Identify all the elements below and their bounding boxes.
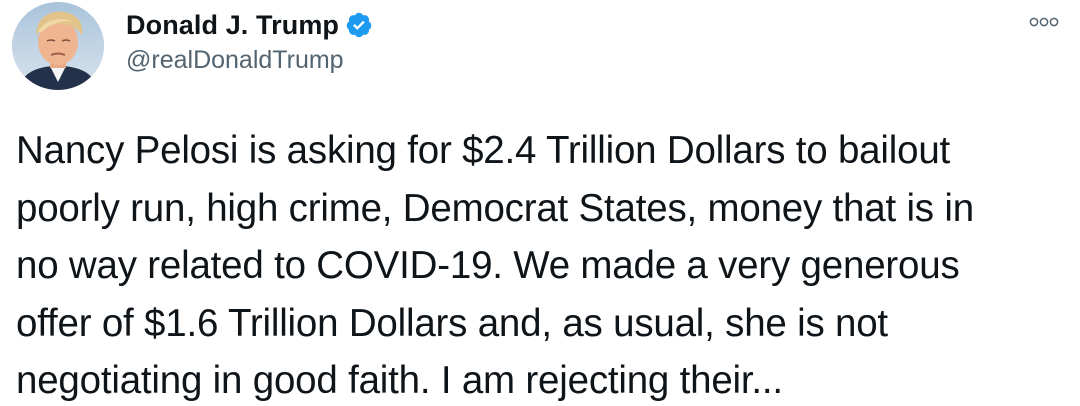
- verified-badge-icon: [345, 11, 373, 39]
- avatar-image: [12, 2, 104, 90]
- author-display-name[interactable]: Donald J. Trump: [126, 10, 339, 41]
- author-name-row: Donald J. Trump: [126, 6, 373, 44]
- avatar[interactable]: [12, 2, 104, 90]
- tweet-card: Donald J. Trump @realDonaldTrump Nancy P…: [0, 0, 1080, 406]
- more-options-icon: [1029, 17, 1059, 27]
- tweet-text: Nancy Pelosi is asking for $2.4 Trillion…: [16, 129, 974, 402]
- author-handle[interactable]: @realDonaldTrump: [126, 46, 344, 75]
- more-options-button[interactable]: [1024, 10, 1064, 34]
